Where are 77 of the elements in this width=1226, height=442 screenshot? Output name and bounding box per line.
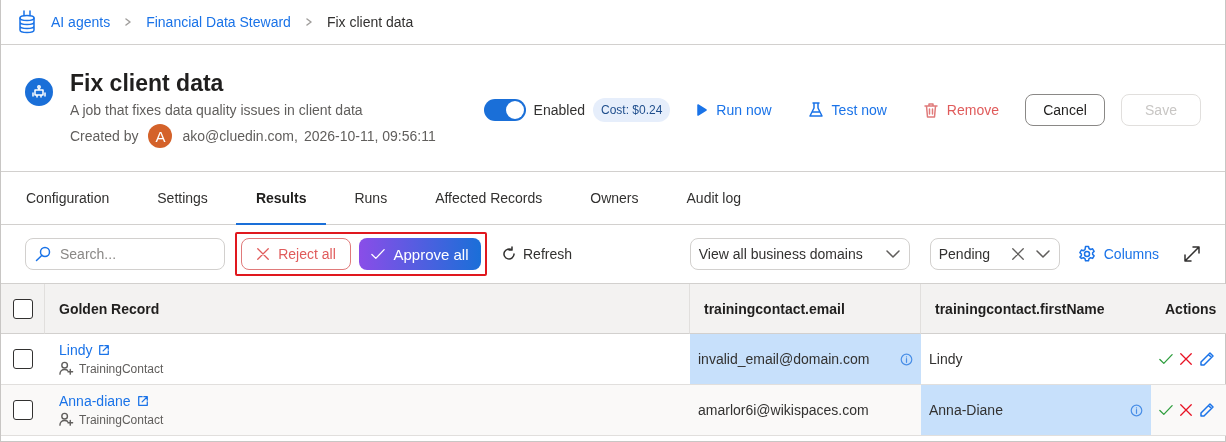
check-icon (371, 247, 386, 261)
database-icon (17, 10, 37, 34)
row-checkbox[interactable] (13, 400, 33, 420)
check-icon (1159, 352, 1173, 366)
reject-all-button[interactable]: Reject all (241, 238, 351, 270)
edit-icon (1199, 351, 1215, 367)
chevron-right-icon (124, 18, 133, 26)
column-header: Golden Record (45, 284, 690, 334)
info-icon (1130, 403, 1143, 417)
breadcrumb-current: Fix client data (326, 14, 414, 30)
status-dropdown[interactable]: Pending (929, 238, 1060, 270)
test-button[interactable]: Test now (797, 96, 897, 124)
edit-button[interactable] (1199, 402, 1215, 418)
close-icon (1179, 352, 1193, 366)
flask-icon (807, 102, 824, 118)
creator-email: ako@cluedin.com, (182, 128, 298, 144)
cell-text: Anna-Diane (929, 402, 1003, 418)
robot-icon (31, 84, 47, 100)
cell-text: amarlor6i@wikispaces.com (698, 402, 869, 418)
created-by-label: Created by (70, 128, 139, 144)
column-header: trainingcontact.firstName (921, 284, 1151, 334)
entity-type: TrainingContact (79, 412, 164, 427)
close-icon (256, 247, 271, 261)
tab[interactable]: Affected Records (415, 172, 563, 225)
expand-icon (1183, 245, 1201, 263)
clear-icon (1010, 247, 1025, 261)
record-link[interactable]: Anna-diane (59, 393, 131, 409)
approve-button[interactable] (1159, 352, 1173, 366)
entity-type: TrainingContact (79, 361, 164, 376)
edit-button[interactable] (1199, 351, 1215, 367)
play-icon (696, 104, 709, 116)
user-plus-icon (59, 361, 74, 376)
page-title: Fix client data (70, 69, 225, 98)
toggle-switch[interactable] (483, 99, 526, 121)
approve-all-button[interactable]: Approve all (359, 238, 481, 270)
row-checkbox[interactable] (13, 349, 33, 369)
cancel-button[interactable]: Cancel (1025, 94, 1105, 126)
columns-button[interactable]: Columns (1071, 244, 1165, 264)
cell-text: Lindy (929, 351, 963, 367)
external-link-icon (136, 395, 149, 407)
refresh-icon (501, 246, 517, 262)
run-button[interactable]: Run now (686, 96, 782, 124)
edit-icon (1199, 402, 1215, 418)
breadcrumb-link[interactable]: Financial Data Steward (146, 14, 291, 30)
tab[interactable]: Owners (570, 172, 659, 225)
chevron-right-icon (304, 18, 313, 26)
user-plus-icon (59, 412, 74, 427)
check-icon (1159, 403, 1173, 417)
created-date: 2026-10-11, 09:56:11 (303, 128, 436, 144)
column-header: trainingcontact.email (690, 284, 921, 334)
remove-button[interactable]: Remove (912, 96, 1009, 124)
user-avatar: A (148, 124, 173, 148)
select-all-checkbox[interactable] (12, 298, 33, 319)
page-description: A job that fixes data quality issues in client data (70, 102, 364, 118)
tab[interactable]: Audit log (666, 172, 761, 225)
settings-icon (1077, 245, 1096, 263)
refresh-button[interactable]: Refresh (495, 245, 579, 263)
trash-icon (922, 102, 939, 118)
external-link-icon (98, 344, 111, 356)
tab[interactable]: Configuration (6, 172, 130, 225)
cell-text: invalid_email@domain.com (698, 351, 870, 367)
tab[interactable]: Settings (137, 172, 228, 225)
record-link[interactable]: Lindy (59, 342, 93, 358)
approve-button[interactable] (1159, 403, 1173, 417)
breadcrumb-link[interactable]: AI agents (51, 14, 111, 30)
search-field[interactable]: Search... (25, 238, 225, 270)
info-icon (900, 352, 913, 366)
domain-dropdown[interactable]: View all business domains (689, 238, 910, 270)
tab[interactable]: Results (235, 172, 327, 225)
reject-button[interactable] (1179, 403, 1193, 417)
expand-button[interactable] (1183, 245, 1201, 263)
cost-badge: Cost: $0.24 (592, 98, 671, 122)
reject-button[interactable] (1179, 352, 1193, 366)
close-icon (1179, 403, 1193, 417)
tab[interactable]: Runs (334, 172, 408, 225)
toggle-label: Enabled (533, 102, 585, 118)
column-header: Actions (1151, 284, 1226, 334)
